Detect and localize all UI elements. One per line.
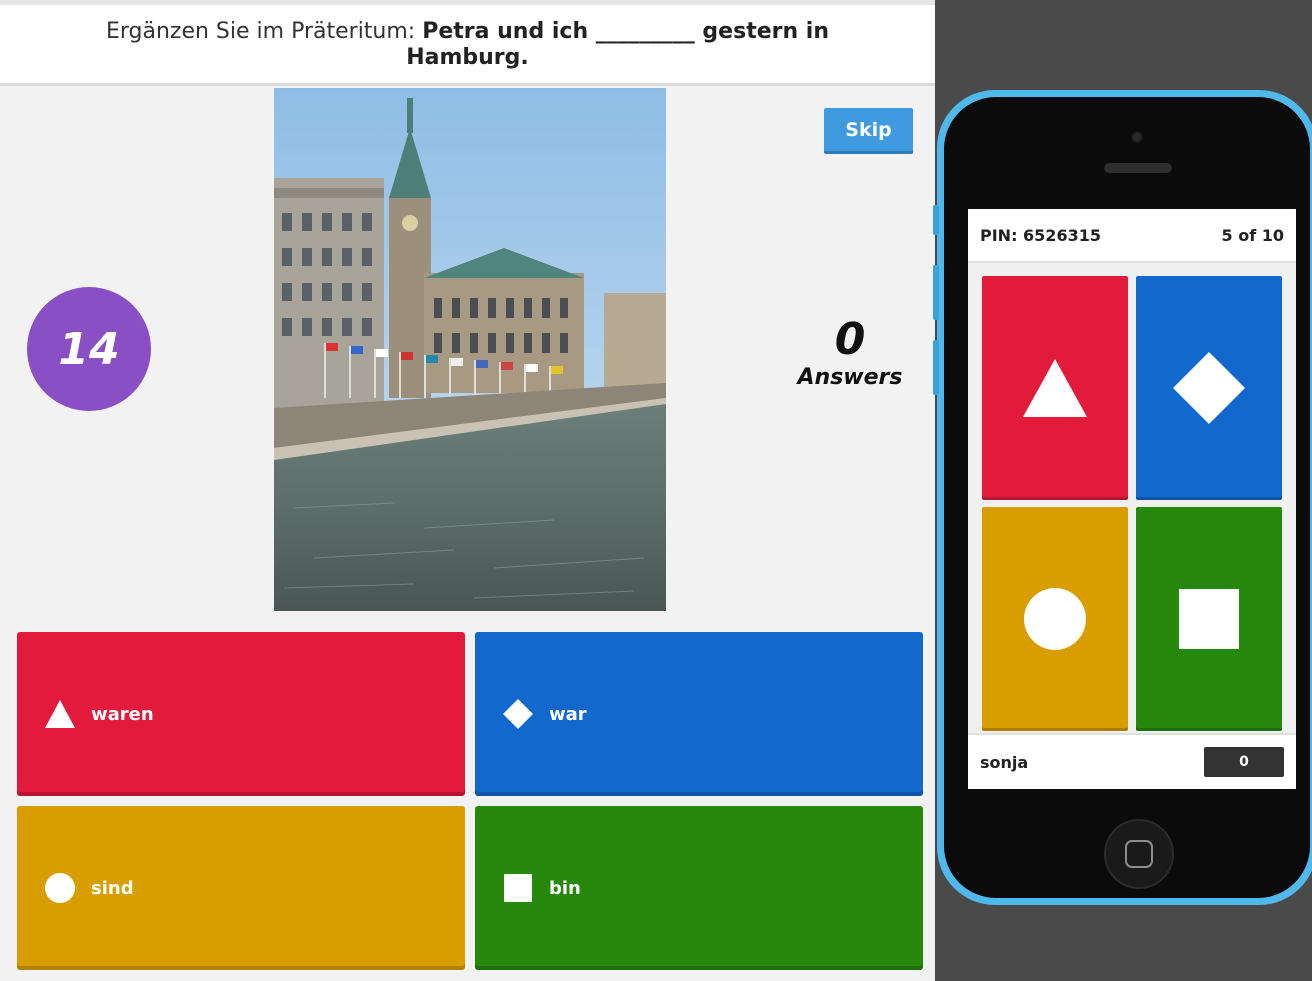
player-name: sonja — [980, 752, 1029, 772]
question-progress: 5 of 10 — [1221, 225, 1285, 245]
phone-answer-triangle[interactable] — [982, 276, 1128, 500]
home-button[interactable] — [1104, 819, 1174, 889]
game-host-screen: Ergänzen Sie im Präteritum: Petra und ic… — [0, 0, 935, 981]
question-sentence: Petra und ich _________ gestern in Hambu… — [406, 19, 830, 70]
phone-answer-diamond[interactable] — [1136, 276, 1282, 500]
answer-label: waren — [91, 703, 154, 725]
diamond-icon — [1173, 352, 1245, 424]
answer-label: war — [549, 703, 587, 725]
question-bar: Ergänzen Sie im Präteritum: Petra und ic… — [0, 0, 935, 86]
phone-footer: sonja 0 — [968, 733, 1296, 789]
square-icon — [503, 873, 533, 903]
triangle-icon — [45, 699, 75, 729]
phone-screen: PIN: 6526315 5 of 10 sonja 0 — [968, 209, 1296, 789]
answer-label: sind — [91, 877, 134, 899]
question-prefix: Ergänzen Sie im Präteritum: — [105, 19, 423, 44]
volume-down-button — [933, 340, 939, 395]
answers-counter: 0 Answers — [790, 314, 910, 391]
phone-answer-square[interactable] — [1136, 507, 1282, 731]
volume-up-button — [933, 265, 939, 320]
answer-option-circle[interactable]: sind — [17, 806, 465, 970]
phone-header: PIN: 6526315 5 of 10 — [968, 209, 1296, 263]
answer-label: bin — [549, 877, 581, 899]
question-image — [274, 88, 666, 611]
triangle-icon — [1023, 359, 1087, 417]
answer-option-diamond[interactable]: war — [475, 632, 923, 796]
countdown-timer: 14 — [27, 287, 151, 411]
answer-option-triangle[interactable]: waren — [17, 632, 465, 796]
diamond-icon — [503, 699, 533, 729]
question-text: Ergänzen Sie im Präteritum: Petra und ic… — [60, 19, 875, 71]
front-camera — [1131, 131, 1143, 143]
skip-button[interactable]: Skip — [824, 108, 913, 154]
home-square-icon — [1125, 840, 1153, 868]
circle-icon — [45, 873, 75, 903]
square-icon — [1179, 589, 1239, 649]
circle-icon — [1024, 588, 1086, 650]
earpiece-speaker — [1104, 163, 1172, 173]
mute-switch — [933, 205, 939, 235]
player-score: 0 — [1204, 747, 1284, 777]
answers-count-label: Answers — [797, 365, 903, 390]
answer-option-square[interactable]: bin — [475, 806, 923, 970]
answers-count-value: 0 — [834, 314, 866, 365]
game-pin: PIN: 6526315 — [980, 225, 1101, 245]
phone-answer-circle[interactable] — [982, 507, 1128, 731]
